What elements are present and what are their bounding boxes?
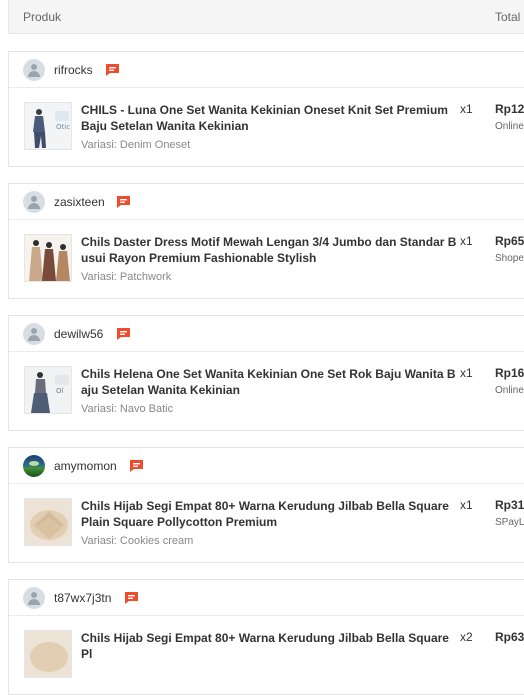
seller-name[interactable]: zasixteen bbox=[54, 195, 105, 209]
header-total: Total bbox=[495, 10, 521, 24]
order-card: dewilw56 Ol Chils Helena One Set Wanita … bbox=[8, 315, 524, 431]
header-produk: Produk bbox=[23, 10, 62, 24]
chat-icon[interactable] bbox=[116, 327, 131, 340]
quantity: x1 bbox=[460, 366, 473, 380]
payment-method: SPayL bbox=[495, 517, 524, 528]
order-total: Rp63 bbox=[495, 630, 524, 644]
order-card: amymomon Chils Hijab Segi Empat 80+ Warn… bbox=[8, 447, 524, 563]
avatar[interactable] bbox=[23, 587, 45, 609]
product-title[interactable]: CHILS - Luna One Set Wanita Kekinian One… bbox=[81, 102, 459, 134]
seller-bar: t87wx7j3tn bbox=[9, 580, 524, 616]
seller-bar: amymomon bbox=[9, 448, 524, 484]
avatar[interactable] bbox=[23, 323, 45, 345]
seller-bar: zasixteen bbox=[9, 184, 524, 220]
product-title[interactable]: Chils Hijab Segi Empat 80+ Warna Kerudun… bbox=[81, 630, 459, 662]
seller-name[interactable]: rifrocks bbox=[54, 63, 93, 77]
chat-icon[interactable] bbox=[105, 63, 120, 76]
product-variation: Variasi: Denim Oneset bbox=[81, 139, 191, 151]
product-title[interactable]: Chils Hijab Segi Empat 80+ Warna Kerudun… bbox=[81, 498, 459, 530]
product-thumbnail[interactable] bbox=[24, 498, 72, 546]
svg-text:Otic: Otic bbox=[56, 123, 70, 131]
product-title[interactable]: Chils Daster Dress Motif Mewah Lengan 3/… bbox=[81, 234, 459, 266]
payment-method: Shope bbox=[495, 253, 524, 264]
product-variation: Variasi: Cookies cream bbox=[81, 535, 194, 547]
seller-bar: rifrocks bbox=[9, 52, 524, 88]
product-thumbnail[interactable] bbox=[24, 630, 72, 678]
order-total: Rp31 bbox=[495, 498, 524, 512]
product-variation: Variasi: Navo Batic bbox=[81, 403, 174, 415]
chat-icon[interactable] bbox=[124, 591, 139, 604]
chat-icon[interactable] bbox=[129, 459, 144, 472]
quantity: x2 bbox=[460, 630, 473, 644]
payment-method: Online bbox=[495, 385, 524, 396]
avatar[interactable] bbox=[23, 191, 45, 213]
order-card: t87wx7j3tn Chils Hijab Segi Empat 80+ Wa… bbox=[8, 579, 524, 695]
payment-method: Online bbox=[495, 121, 524, 132]
order-total: Rp65 bbox=[495, 234, 524, 248]
quantity: x1 bbox=[460, 498, 473, 512]
quantity: x1 bbox=[460, 234, 473, 248]
avatar[interactable] bbox=[23, 59, 45, 81]
order-card: rifrocks Otic CHILS - Luna One Set Wanit… bbox=[8, 51, 524, 167]
table-header: Produk Total bbox=[8, 0, 524, 34]
product-thumbnail[interactable]: Ol bbox=[24, 366, 72, 414]
seller-name[interactable]: amymomon bbox=[54, 459, 117, 473]
product-thumbnail[interactable]: Otic bbox=[24, 102, 72, 150]
seller-name[interactable]: dewilw56 bbox=[54, 327, 103, 341]
seller-bar: dewilw56 bbox=[9, 316, 524, 352]
product-thumbnail[interactable] bbox=[24, 234, 72, 282]
order-card: zasixteen Chils Daster Dress Motif Mewah… bbox=[8, 183, 524, 299]
product-title[interactable]: Chils Helena One Set Wanita Kekinian One… bbox=[81, 366, 459, 398]
seller-name[interactable]: t87wx7j3tn bbox=[54, 591, 111, 605]
product-variation: Variasi: Patchwork bbox=[81, 271, 172, 283]
order-total: Rp12 bbox=[495, 102, 524, 116]
svg-text:Ol: Ol bbox=[56, 387, 64, 395]
order-total: Rp16 bbox=[495, 366, 524, 380]
chat-icon[interactable] bbox=[116, 195, 131, 208]
quantity: x1 bbox=[460, 102, 473, 116]
avatar[interactable] bbox=[23, 455, 45, 477]
